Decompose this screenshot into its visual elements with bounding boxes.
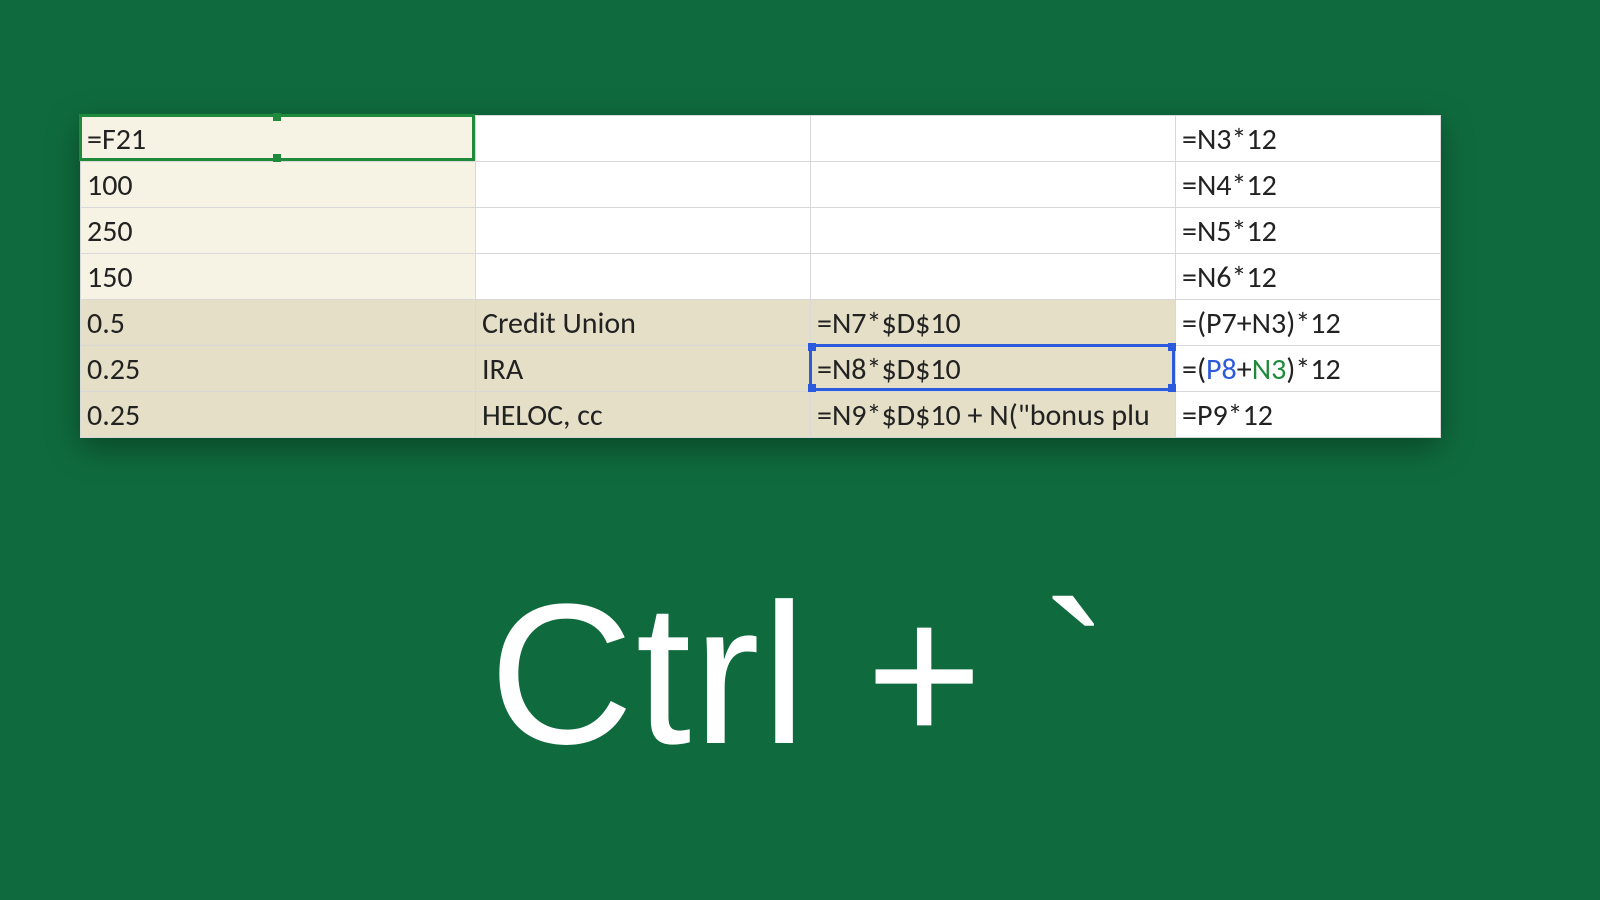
cell-a7[interactable]: 0.25: [81, 392, 476, 438]
cell-c5[interactable]: =N7*$D$10: [811, 300, 1176, 346]
cell-a2[interactable]: 100: [81, 162, 476, 208]
cell-a6[interactable]: 0.25: [81, 346, 476, 392]
cell-c3[interactable]: [811, 208, 1176, 254]
cell-ref-p8: P8: [1206, 351, 1237, 388]
cell-d6[interactable]: =(P8+N3)*12: [1176, 346, 1441, 392]
cell-c6[interactable]: =N8*$D$10: [811, 346, 1176, 392]
cell-a3[interactable]: 250: [81, 208, 476, 254]
cell-b3[interactable]: [476, 208, 811, 254]
cell-b2[interactable]: [476, 162, 811, 208]
keyboard-shortcut-label: Ctrl + `: [0, 560, 1600, 790]
formula-part: )*12: [1286, 351, 1340, 388]
cell-d4[interactable]: =N6*12: [1176, 254, 1441, 300]
cell-b1[interactable]: [476, 116, 811, 162]
cell-a1[interactable]: =F21: [81, 116, 476, 162]
cell-d3[interactable]: =N5*12: [1176, 208, 1441, 254]
formula-part: =(: [1182, 351, 1206, 388]
cell-d2[interactable]: =N4*12: [1176, 162, 1441, 208]
cell-b6[interactable]: IRA: [476, 346, 811, 392]
formula-part: +: [1237, 351, 1252, 388]
cell-d1[interactable]: =N3*12: [1176, 116, 1441, 162]
cell-a4[interactable]: 150: [81, 254, 476, 300]
spreadsheet-fragment: =F21 =N3*12 100 =N4*12 250 =N5*12 150: [80, 115, 1440, 438]
cell-c4[interactable]: [811, 254, 1176, 300]
cell-a5[interactable]: 0.5: [81, 300, 476, 346]
cell-b7[interactable]: HELOC, cc: [476, 392, 811, 438]
cell-c7[interactable]: =N9*$D$10 + N("bonus plu: [811, 392, 1176, 438]
cell-b5[interactable]: Credit Union: [476, 300, 811, 346]
cell-b4[interactable]: [476, 254, 811, 300]
cell-ref-n3: N3: [1252, 351, 1287, 388]
cell-c2[interactable]: [811, 162, 1176, 208]
cell-d5[interactable]: =(P7+N3)*12: [1176, 300, 1441, 346]
formula-grid[interactable]: =F21 =N3*12 100 =N4*12 250 =N5*12 150: [80, 115, 1441, 438]
cell-d7[interactable]: =P9*12: [1176, 392, 1441, 438]
cell-c1[interactable]: [811, 116, 1176, 162]
